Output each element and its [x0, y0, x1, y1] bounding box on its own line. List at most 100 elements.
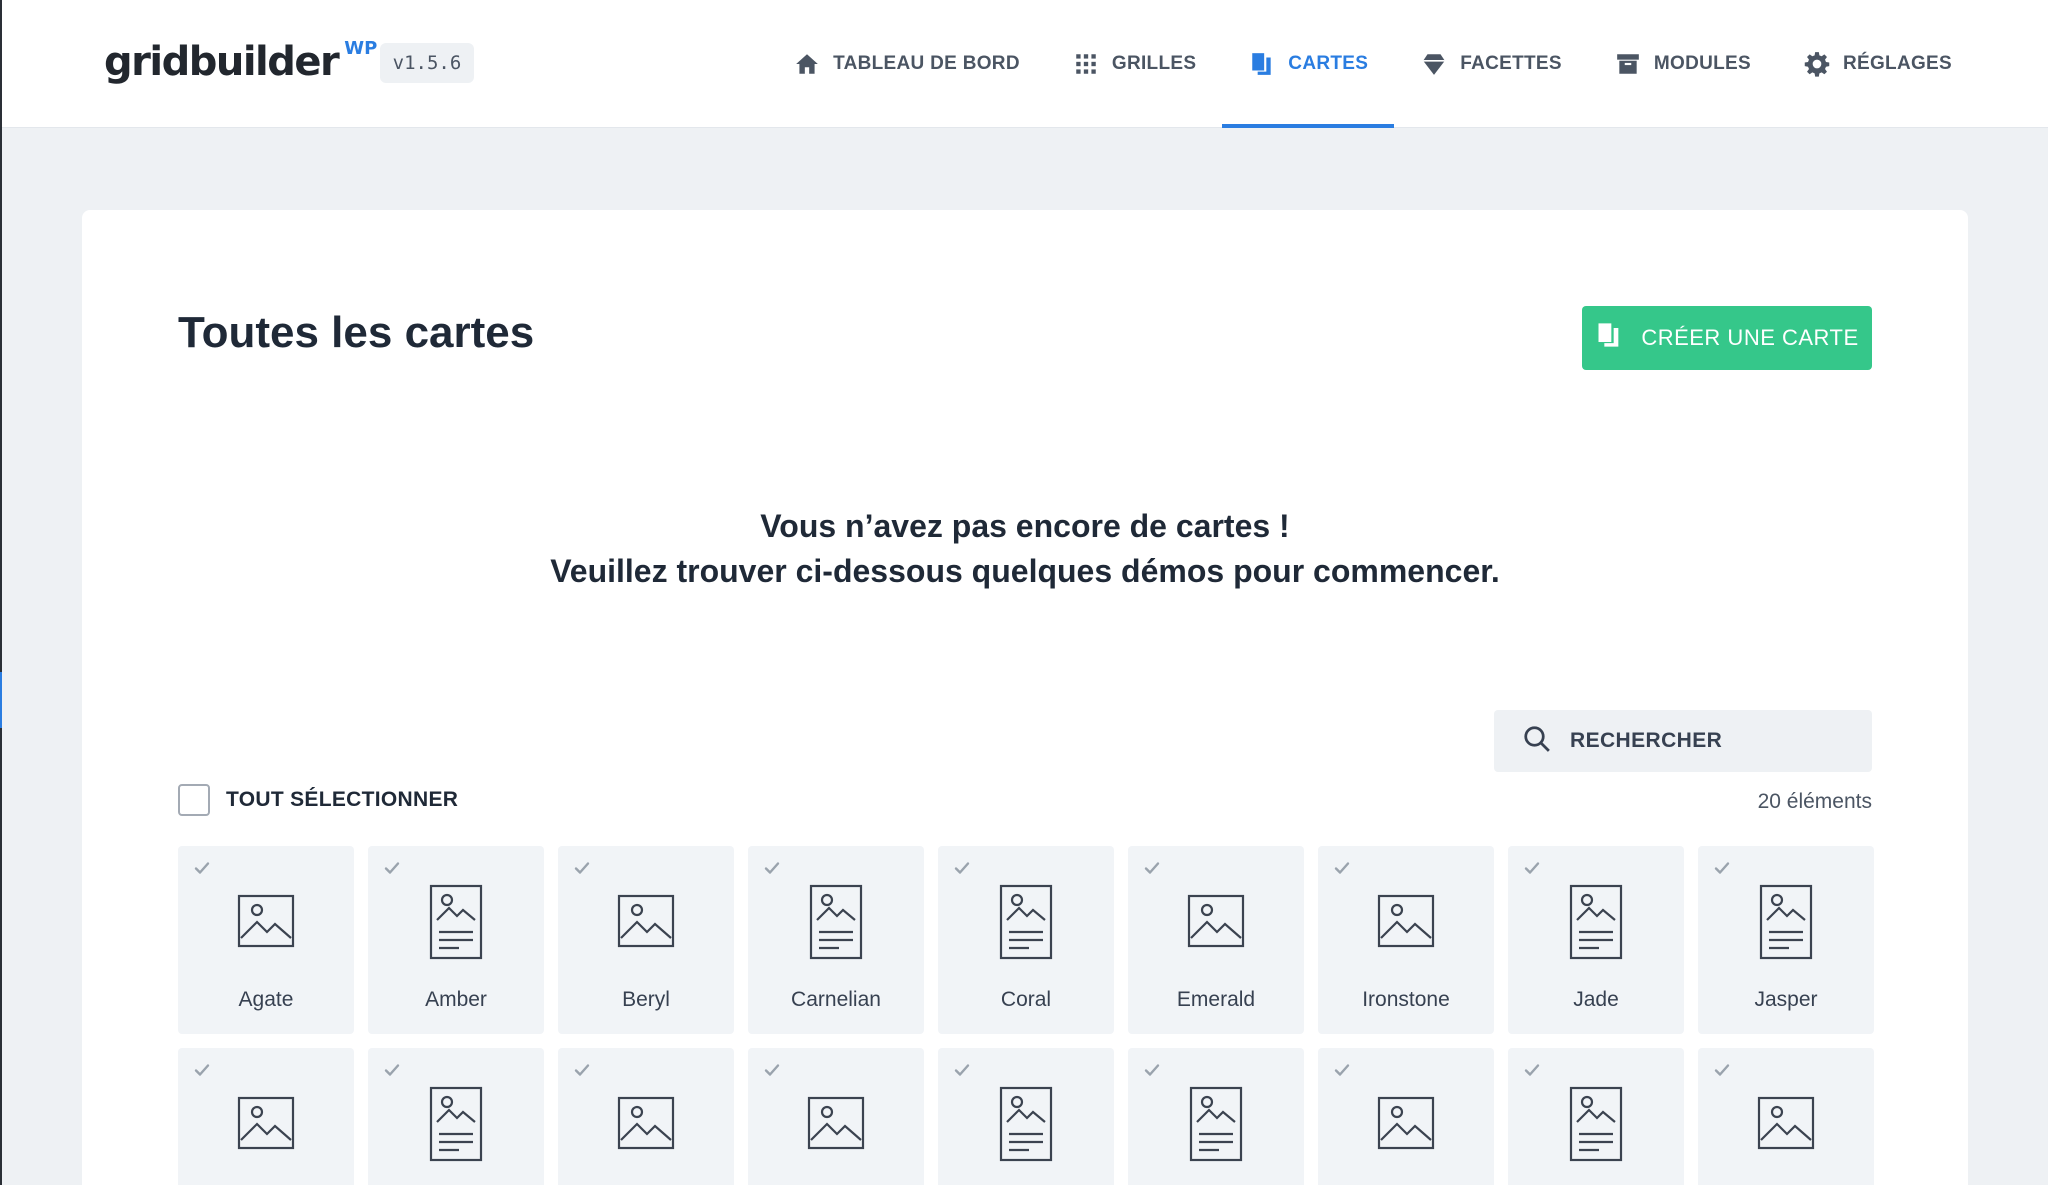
image-icon	[237, 892, 295, 955]
home-icon	[793, 50, 821, 78]
check-icon	[1712, 858, 1732, 878]
image-icon	[617, 1094, 675, 1157]
demo-card[interactable]	[368, 1048, 544, 1185]
image-icon	[1377, 1094, 1435, 1157]
check-icon	[762, 1060, 782, 1080]
demo-card[interactable]: Emerald	[1128, 846, 1304, 1034]
image-icon	[807, 1094, 865, 1157]
window-edge-accent	[0, 672, 2, 728]
demo-card[interactable]	[178, 1048, 354, 1185]
empty-state-line-1: Vous n’avez pas encore de cartes !	[760, 508, 1290, 544]
page-title: Toutes les cartes	[178, 308, 535, 357]
top-bar: gridbuilder WP v1.5.6 TABLEAU DE BORD GR…	[2, 0, 2048, 128]
check-icon	[1142, 858, 1162, 878]
search-box[interactable]	[1494, 710, 1872, 772]
select-all-label: TOUT SÉLECTIONNER	[226, 788, 459, 811]
check-icon	[192, 858, 212, 878]
nav-label: TABLEAU DE BORD	[833, 53, 1020, 74]
archive-icon	[1614, 50, 1642, 78]
check-icon	[952, 1060, 972, 1080]
image-icon	[237, 1094, 295, 1157]
nav-item-reglages[interactable]: RÉGLAGES	[1777, 0, 1978, 128]
nav-label: CARTES	[1288, 53, 1369, 74]
image-text-icon	[429, 1086, 483, 1167]
nav-item-facettes[interactable]: FACETTES	[1394, 0, 1588, 128]
check-icon	[762, 858, 782, 878]
nav-label: MODULES	[1653, 53, 1751, 74]
select-all-checkbox[interactable]	[178, 784, 210, 816]
demo-card[interactable]: Agate	[178, 846, 354, 1034]
demo-card-name: Coral	[1000, 988, 1052, 1011]
check-icon	[1332, 1060, 1352, 1080]
check-icon	[1522, 1060, 1542, 1080]
main-nav: TABLEAU DE BORD GRILLES CARTES FACETTES …	[767, 0, 1978, 128]
create-card-button[interactable]: CRÉER UNE CARTE	[1582, 306, 1872, 370]
nav-item-modules[interactable]: MODULES	[1588, 0, 1777, 128]
diamond-icon	[1420, 50, 1448, 78]
image-icon	[1757, 1094, 1815, 1157]
brand-suffix: WP	[344, 38, 378, 59]
check-icon	[952, 858, 972, 878]
nav-item-tableau-de-bord[interactable]: TABLEAU DE BORD	[767, 0, 1046, 128]
cards-icon	[1248, 50, 1276, 78]
empty-state-line-2: Veuillez trouver ci-dessous quelques dém…	[550, 553, 1500, 589]
nav-label: FACETTES	[1460, 53, 1562, 74]
image-text-icon	[1569, 1086, 1623, 1167]
image-text-icon	[999, 884, 1053, 965]
check-icon	[572, 858, 592, 878]
demo-card[interactable]	[1318, 1048, 1494, 1185]
check-icon	[1712, 1060, 1732, 1080]
demo-card[interactable]: Amber	[368, 846, 544, 1034]
image-icon	[1187, 892, 1245, 955]
demo-cards-grid: Agate Amber Beryl Carnelian Coral Emerald Iron…	[178, 846, 1874, 1185]
demo-card[interactable]: Coral	[938, 846, 1114, 1034]
demo-card[interactable]	[1128, 1048, 1304, 1185]
check-icon	[1142, 1060, 1162, 1080]
image-icon	[1377, 892, 1435, 955]
brand-name: gridbuilder	[104, 39, 340, 85]
demo-card-name: Jasper	[1754, 988, 1818, 1011]
demo-card-name: Jade	[1573, 988, 1619, 1011]
demo-card-name: Carnelian	[791, 988, 881, 1011]
demo-card[interactable]: Beryl	[558, 846, 734, 1034]
brand-logo[interactable]: gridbuilder WP	[104, 36, 377, 92]
cards-icon	[1595, 321, 1623, 355]
demo-card[interactable]	[1508, 1048, 1684, 1185]
image-icon	[617, 892, 675, 955]
nav-label: GRILLES	[1111, 53, 1197, 74]
gear-icon	[1803, 50, 1831, 78]
image-text-icon	[1189, 1086, 1243, 1167]
demo-card[interactable]	[938, 1048, 1114, 1185]
image-text-icon	[999, 1086, 1053, 1167]
create-card-label: CRÉER UNE CARTE	[1641, 325, 1859, 350]
image-text-icon	[809, 884, 863, 965]
search-icon	[1522, 724, 1552, 759]
demo-card-name: Ironstone	[1362, 988, 1450, 1011]
search-input[interactable]	[1570, 729, 1860, 753]
demo-card[interactable]	[1698, 1048, 1874, 1185]
check-icon	[382, 858, 402, 878]
empty-state-message: Vous n’avez pas encore de cartes ! Veuil…	[82, 504, 1968, 594]
select-all-control[interactable]: TOUT SÉLECTIONNER	[178, 784, 458, 816]
check-icon	[1522, 858, 1542, 878]
cards-panel: Toutes les cartes CRÉER UNE CARTE Vous n…	[82, 210, 1968, 1185]
nav-label: RÉGLAGES	[1842, 53, 1952, 74]
demo-card[interactable]	[558, 1048, 734, 1185]
check-icon	[572, 1060, 592, 1080]
demo-card-name: Amber	[425, 988, 487, 1011]
nav-item-cartes[interactable]: CARTES	[1222, 0, 1395, 128]
demo-card[interactable]: Jade	[1508, 846, 1684, 1034]
check-icon	[382, 1060, 402, 1080]
demo-card[interactable]: Ironstone	[1318, 846, 1494, 1034]
window-edge	[0, 0, 2, 1185]
demo-card-name: Emerald	[1176, 988, 1256, 1011]
version-badge: v1.5.6	[380, 43, 474, 83]
nav-item-grilles[interactable]: GRILLES	[1046, 0, 1222, 128]
demo-card[interactable]: Jasper	[1698, 846, 1874, 1034]
demo-card[interactable]	[748, 1048, 924, 1185]
grid-icon	[1072, 50, 1100, 78]
demo-card-name: Beryl	[622, 988, 670, 1011]
image-text-icon	[1759, 884, 1813, 965]
items-count: 20 éléments	[1757, 790, 1872, 813]
demo-card[interactable]: Carnelian	[748, 846, 924, 1034]
